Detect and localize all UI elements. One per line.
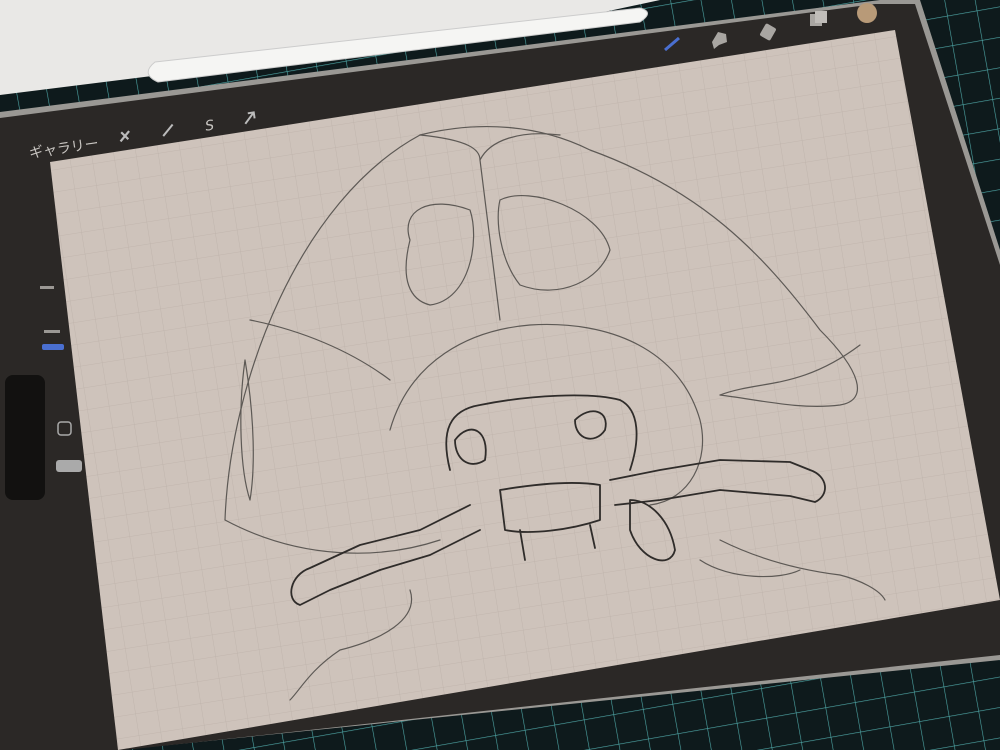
opacity-slider-top[interactable] xyxy=(44,330,60,333)
side-camera-bump xyxy=(5,375,45,500)
brush-size-slider[interactable] xyxy=(40,286,54,289)
opacity-slider[interactable] xyxy=(42,344,64,350)
color-swatch-icon[interactable] xyxy=(857,3,877,23)
photo-scene: ギャラリー S xyxy=(0,0,1000,750)
undo-button[interactable] xyxy=(56,460,82,472)
